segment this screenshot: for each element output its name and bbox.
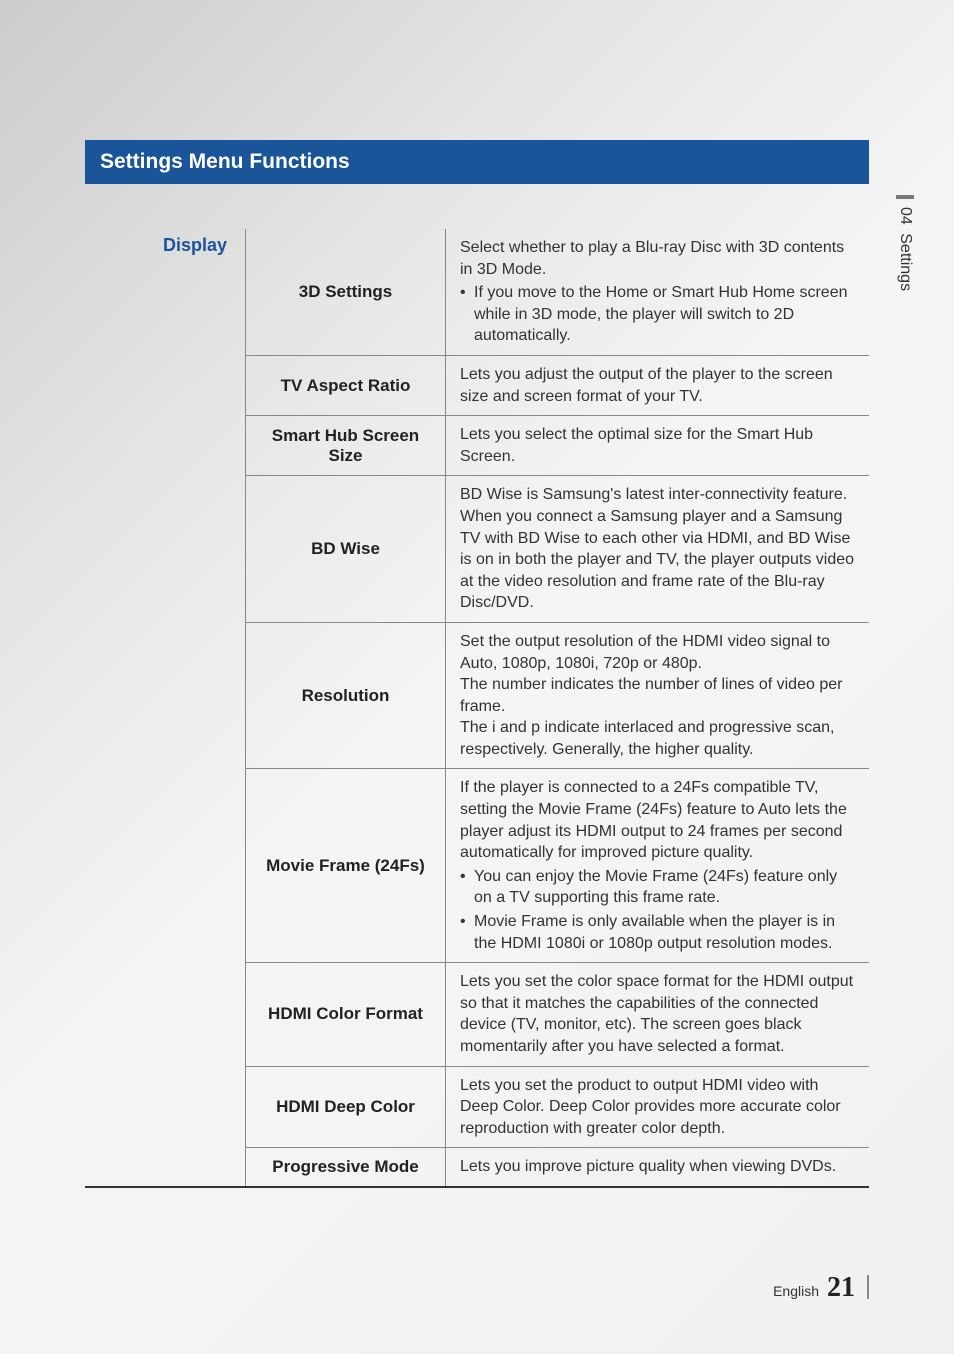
table-row: Movie Frame (24Fs) If the player is conn… <box>246 769 869 963</box>
table-row: Smart Hub Screen Size Lets you select th… <box>246 416 869 476</box>
settings-column: 3D Settings Select whether to play a Blu… <box>245 229 869 1186</box>
setting-name-movie-frame: Movie Frame (24Fs) <box>246 769 446 962</box>
setting-desc-movie-frame: If the player is connected to a 24Fs com… <box>446 769 869 962</box>
table-row: Resolution Set the output resolution of … <box>246 623 869 770</box>
category-label: Display <box>85 229 245 1186</box>
setting-desc-tv-aspect: Lets you adjust the output of the player… <box>446 356 869 415</box>
desc-bullet: If you move to the Home or Smart Hub Hom… <box>460 282 855 347</box>
setting-desc-hdmi-color: Lets you set the color space format for … <box>446 963 869 1065</box>
setting-name-bd-wise: BD Wise <box>246 476 446 622</box>
footer-divider-icon <box>867 1275 869 1299</box>
page-footer: English 21 <box>773 1272 869 1304</box>
desc-text: If the player is connected to a 24Fs com… <box>460 777 855 863</box>
side-tab-number: 04 <box>897 207 914 225</box>
setting-name-progressive: Progressive Mode <box>246 1148 446 1186</box>
page-content: Settings Menu Functions Display 3D Setti… <box>0 0 954 1188</box>
desc-bullet: Movie Frame is only available when the p… <box>460 911 855 954</box>
side-tab-label: Settings <box>897 233 914 291</box>
setting-name-3d: 3D Settings <box>246 229 446 355</box>
setting-name-smart-hub: Smart Hub Screen Size <box>246 416 446 475</box>
footer-language: English <box>773 1283 819 1299</box>
desc-text: The number indicates the number of lines… <box>460 674 855 717</box>
setting-name-hdmi-color: HDMI Color Format <box>246 963 446 1065</box>
table-row: BD Wise BD Wise is Samsung's latest inte… <box>246 476 869 623</box>
desc-text: The i and p indicate interlaced and prog… <box>460 717 855 760</box>
setting-name-hdmi-deep: HDMI Deep Color <box>246 1067 446 1148</box>
table-row: 3D Settings Select whether to play a Blu… <box>246 229 869 356</box>
desc-bullet: You can enjoy the Movie Frame (24Fs) fea… <box>460 866 855 909</box>
setting-desc-3d: Select whether to play a Blu-ray Disc wi… <box>446 229 869 355</box>
table-row: HDMI Deep Color Lets you set the product… <box>246 1067 869 1149</box>
setting-desc-progressive: Lets you improve picture quality when vi… <box>446 1148 869 1186</box>
setting-desc-resolution: Set the output resolution of the HDMI vi… <box>446 623 869 769</box>
setting-desc-bd-wise: BD Wise is Samsung's latest inter-connec… <box>446 476 869 622</box>
table-row: TV Aspect Ratio Lets you adjust the outp… <box>246 356 869 416</box>
section-header: Settings Menu Functions <box>85 140 869 184</box>
setting-name-resolution: Resolution <box>246 623 446 769</box>
desc-text: Select whether to play a Blu-ray Disc wi… <box>460 237 855 280</box>
setting-desc-smart-hub: Lets you select the optimal size for the… <box>446 416 869 475</box>
table-row: Progressive Mode Lets you improve pictur… <box>246 1148 869 1186</box>
footer-page-number: 21 <box>827 1272 855 1304</box>
desc-text: Set the output resolution of the HDMI vi… <box>460 631 855 674</box>
settings-table: Display 3D Settings Select whether to pl… <box>85 229 869 1188</box>
setting-desc-hdmi-deep: Lets you set the product to output HDMI … <box>446 1067 869 1148</box>
setting-name-tv-aspect: TV Aspect Ratio <box>246 356 446 415</box>
table-row: HDMI Color Format Lets you set the color… <box>246 963 869 1066</box>
side-tab: 04 Settings <box>896 195 914 291</box>
